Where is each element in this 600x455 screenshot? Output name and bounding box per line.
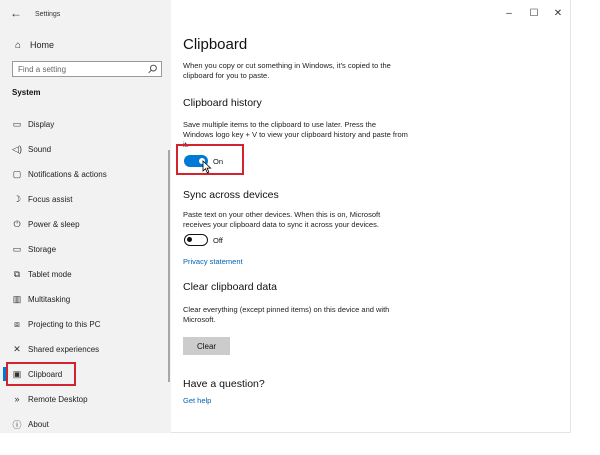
intro-text: When you copy or cut something in Window… bbox=[183, 61, 391, 80]
settings-window: ← Settings ⌂ Home Find a setting System … bbox=[0, 0, 571, 433]
storage-icon: ▭ bbox=[12, 243, 22, 254]
clipboard-nav-highlight bbox=[6, 362, 76, 386]
title-bar: ← Settings bbox=[0, 0, 571, 30]
sidebar-item-multitasking[interactable]: ▥ Multitasking bbox=[0, 288, 171, 310]
clear-heading: Clear clipboard data bbox=[183, 281, 277, 293]
sync-toggle-state: Off bbox=[213, 236, 223, 245]
notifications-icon: ▢ bbox=[12, 168, 22, 179]
tablet-mode-icon: ⧉ bbox=[13, 268, 21, 279]
sidebar-item-remote-desktop[interactable]: » Remote Desktop bbox=[0, 388, 171, 410]
sidebar-item-notifications[interactable]: ▢ Notifications & actions bbox=[0, 163, 171, 185]
sidebar-item-display[interactable]: ▭ Display bbox=[0, 113, 171, 135]
multitasking-icon: ▥ bbox=[12, 293, 22, 304]
info-icon: ⓘ bbox=[12, 419, 22, 430]
sidebar-item-label: Power & sleep bbox=[28, 219, 80, 229]
sidebar-scrollbar[interactable] bbox=[168, 150, 170, 382]
clipboard-history-heading: Clipboard history bbox=[183, 97, 262, 109]
sidebar-item-storage[interactable]: ▭ Storage bbox=[0, 238, 171, 260]
sidebar-item-home[interactable]: ⌂ Home bbox=[12, 38, 54, 52]
sidebar-item-focus-assist[interactable]: ☽ Focus assist bbox=[0, 188, 171, 210]
sidebar-item-sound[interactable]: ◁) Sound bbox=[0, 138, 171, 160]
sidebar-item-label: About bbox=[28, 419, 49, 429]
power-icon: ⏻ bbox=[13, 218, 21, 229]
sidebar-item-shared-experiences[interactable]: ✕ Shared experiences bbox=[0, 338, 171, 360]
display-icon: ▭ bbox=[12, 118, 22, 129]
sidebar-item-label: Projecting to this PC bbox=[28, 319, 101, 329]
sidebar-item-label: Remote Desktop bbox=[28, 394, 88, 404]
search-input[interactable]: Find a setting bbox=[12, 61, 162, 77]
sidebar-item-label: Storage bbox=[28, 244, 57, 254]
remote-desktop-icon: » bbox=[14, 394, 20, 404]
sync-toggle[interactable] bbox=[184, 234, 208, 246]
sidebar-item-projecting[interactable]: ⧈ Projecting to this PC bbox=[0, 313, 171, 335]
mouse-cursor-icon bbox=[202, 160, 212, 174]
question-heading: Have a question? bbox=[183, 378, 265, 390]
page-title: Clipboard bbox=[183, 36, 248, 53]
back-arrow-icon[interactable]: ← bbox=[10, 6, 22, 20]
sidebar-item-label: Shared experiences bbox=[28, 344, 100, 354]
sync-description: Paste text on your other devices. When t… bbox=[183, 210, 381, 229]
sidebar-item-about[interactable]: ⓘ About bbox=[0, 413, 171, 435]
sidebar-item-label: Tablet mode bbox=[28, 269, 72, 279]
shared-experiences-icon: ✕ bbox=[13, 343, 21, 354]
sidebar-item-tablet-mode[interactable]: ⧉ Tablet mode bbox=[0, 263, 171, 285]
sidebar-item-label: Sound bbox=[28, 144, 52, 154]
sidebar-item-label: Display bbox=[28, 119, 55, 129]
sidebar-item-label: Multitasking bbox=[28, 294, 71, 304]
moon-icon: ☽ bbox=[12, 193, 22, 204]
speaker-icon: ◁) bbox=[12, 143, 22, 154]
minimize-button[interactable]: – bbox=[502, 8, 516, 20]
close-button[interactable]: ✕ bbox=[551, 8, 565, 20]
get-help-link[interactable]: Get help bbox=[183, 396, 211, 405]
section-label-system: System bbox=[12, 88, 41, 97]
sidebar-item-label: Notifications & actions bbox=[28, 169, 107, 179]
maximize-button[interactable]: ☐ bbox=[527, 8, 541, 20]
privacy-statement-link[interactable]: Privacy statement bbox=[183, 257, 243, 266]
sidebar-item-power-sleep[interactable]: ⏻ Power & sleep bbox=[0, 213, 171, 235]
search-icon bbox=[148, 64, 157, 74]
toggle-knob bbox=[187, 237, 192, 242]
projecting-icon: ⧈ bbox=[14, 318, 20, 329]
sidebar-item-label: Focus assist bbox=[28, 194, 73, 204]
home-label: Home bbox=[30, 40, 55, 50]
sync-heading: Sync across devices bbox=[183, 189, 279, 201]
home-icon: ⌂ bbox=[14, 39, 22, 51]
clear-button[interactable]: Clear bbox=[183, 337, 230, 355]
window-title: Settings bbox=[35, 11, 61, 18]
clear-description: Clear everything (except pinned items) o… bbox=[183, 305, 390, 324]
search-placeholder: Find a setting bbox=[18, 65, 67, 74]
